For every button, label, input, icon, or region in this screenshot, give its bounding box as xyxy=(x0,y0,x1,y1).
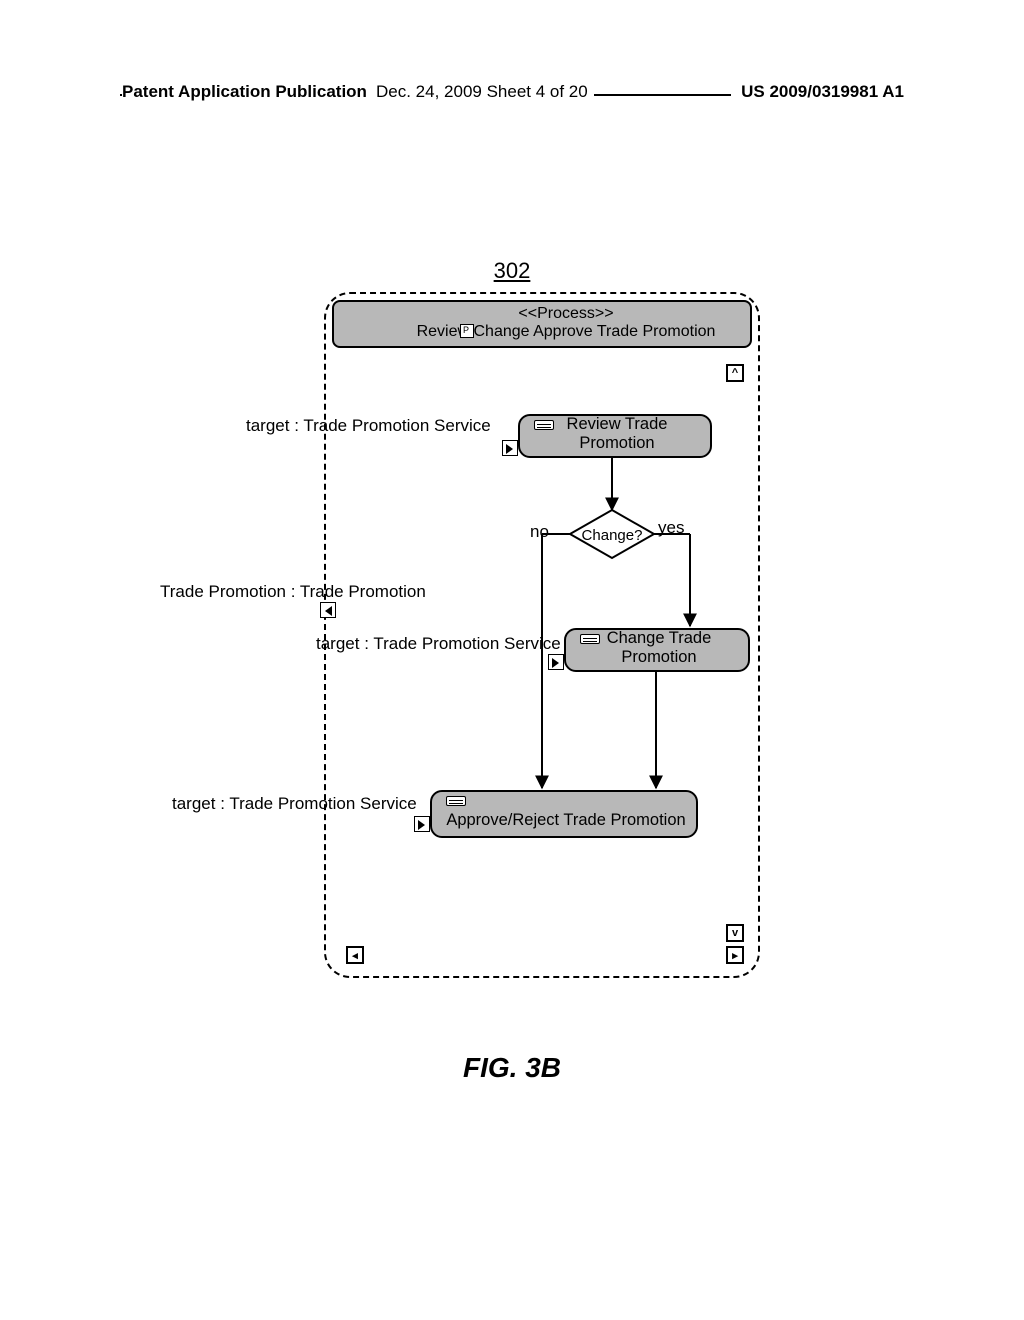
process-stereotype: <<Process>> xyxy=(382,305,750,323)
target-label-3: target : Trade Promotion Service xyxy=(172,794,417,814)
decision-no-label: no xyxy=(530,522,549,542)
process-stereotype-icon xyxy=(460,324,474,338)
page-header: Patent Application Publication Dec. 24, … xyxy=(0,82,1024,110)
collapse-down-icon: v xyxy=(726,924,744,942)
approve-box-text: Approve/Reject Trade Promotion xyxy=(442,811,690,830)
approve-reject-box: Approve/Reject Trade Promotion xyxy=(430,790,698,838)
decision-yes-label: yes xyxy=(658,518,684,538)
call-activity-icon xyxy=(414,816,430,832)
nav-right-icon: ▸ xyxy=(726,946,744,964)
pin-icon xyxy=(320,602,336,618)
call-activity-icon xyxy=(548,654,564,670)
call-activity-icon xyxy=(502,440,518,456)
figure-reference-number: 302 xyxy=(0,258,1024,284)
target-label-1: target : Trade Promotion Service xyxy=(246,416,491,436)
header-right: US 2009/0319981 A1 xyxy=(731,82,904,102)
process-header-strip: <<Process>> Review/Change Approve Trade … xyxy=(332,300,752,348)
review-trade-promotion-box: Review Trade Promotion xyxy=(518,414,712,458)
target-label-2: target : Trade Promotion Service xyxy=(316,634,561,654)
figure-caption: FIG. 3B xyxy=(0,1052,1024,1084)
change-box-text: Change Trade Promotion xyxy=(576,629,742,667)
collapse-up-icon: ^ xyxy=(726,364,744,382)
header-middle: Dec. 24, 2009 Sheet 4 of 20 xyxy=(370,82,594,102)
nav-left-icon: ◂ xyxy=(346,946,364,964)
header-left: Patent Application Publication xyxy=(122,82,377,102)
page-root: Patent Application Publication Dec. 24, … xyxy=(0,0,1024,1320)
change-trade-promotion-box: Change Trade Promotion xyxy=(564,628,750,672)
keyboard-icon xyxy=(446,796,466,806)
review-box-text: Review Trade Promotion xyxy=(530,415,704,453)
process-title: Review/Change Approve Trade Promotion xyxy=(382,323,750,341)
trade-promotion-pin-label: Trade Promotion : Trade Promotion xyxy=(160,582,426,602)
